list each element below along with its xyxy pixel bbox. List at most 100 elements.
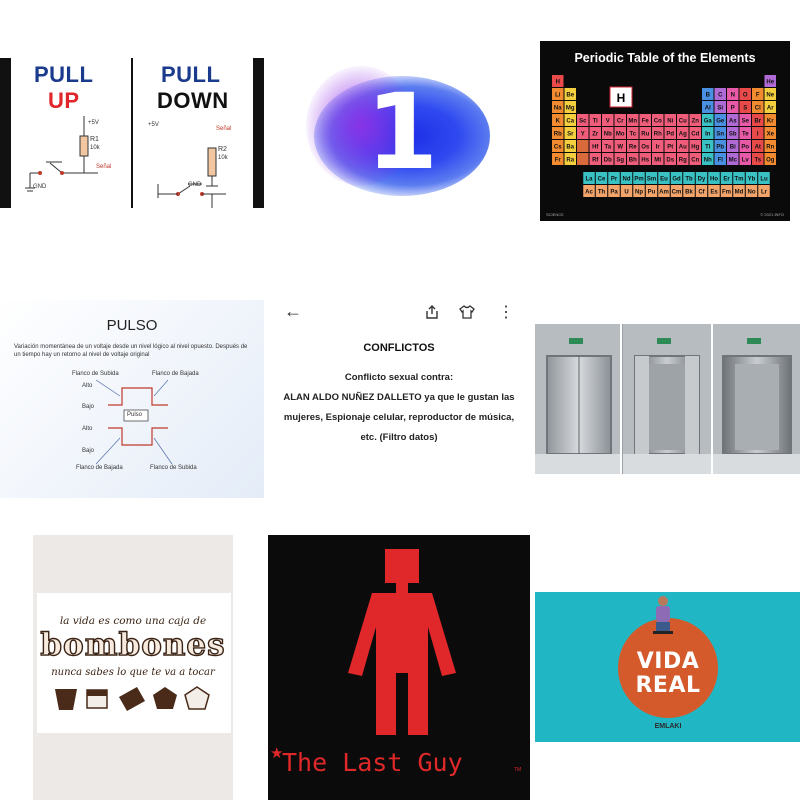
element-symbol: Cf	[698, 190, 705, 196]
r2-label: R2	[218, 146, 227, 153]
flanco-bajada-bottom-label: Flanco de Bajada	[76, 465, 123, 471]
element-symbol: Hg	[691, 145, 699, 151]
element-symbol: Eu	[660, 177, 668, 183]
more-menu-icon[interactable]: ⋮	[498, 302, 514, 322]
element-symbol: Lv	[742, 158, 750, 164]
periodic-table-thumbnail[interactable]: Periodic Table of the Elements H He Li Be B C…	[540, 41, 790, 221]
element-symbol: Se	[742, 119, 750, 125]
element-symbol: Pu	[648, 190, 656, 196]
element-symbol: V	[606, 119, 610, 125]
bajo-top-label: Bajo	[82, 404, 95, 410]
signal-label-left: Señal	[96, 164, 112, 170]
element-symbol: Fr	[555, 158, 562, 164]
element-symbol: No	[748, 190, 756, 196]
pulso-slide-thumbnail[interactable]: PULSO Variación momentánea de un voltaje…	[0, 300, 264, 498]
the-last-guy-thumbnail[interactable]: ★ The Last Guy TM	[268, 535, 530, 800]
channel-one-thumbnail[interactable]: 1	[296, 58, 508, 218]
elevators-photo-thumbnail[interactable]	[535, 324, 800, 474]
element-symbol: Te	[742, 132, 749, 138]
r2-value: 10k	[218, 155, 228, 161]
element-symbol: Po	[741, 145, 749, 151]
element-symbol: Rf	[592, 158, 599, 164]
element-symbol: Rh	[654, 132, 662, 138]
element-symbol: Tc	[629, 132, 636, 138]
element-symbol: H	[556, 80, 560, 86]
element-symbol: Pr	[611, 177, 618, 183]
element-symbol: Ar	[767, 106, 774, 112]
signal-label-right: Señal	[216, 126, 232, 132]
element-symbol: Ru	[641, 132, 649, 138]
element-symbol: Gd	[672, 177, 681, 183]
element-symbol: Hs	[641, 158, 649, 164]
periodic-table-grid: H He Li Be B C N O F Ne Na Mg Al Si P S Cl Ar K Ca Sc Ti V Cr Mn…	[552, 75, 776, 197]
element-symbol: W	[617, 145, 623, 151]
element-symbol: Cr	[617, 119, 624, 125]
element-symbol: Bk	[685, 190, 693, 196]
bajo-bottom-label: Bajo	[82, 448, 95, 454]
the-last-guy-title: The Last Guy	[282, 748, 463, 777]
back-arrow-icon[interactable]: ←	[284, 301, 302, 322]
element-symbol: Am	[659, 190, 669, 196]
element-cell	[577, 153, 589, 165]
element-symbol: C	[718, 93, 723, 99]
element-symbol: Pd	[666, 132, 674, 138]
element-symbol: Er	[723, 177, 730, 183]
element-symbol: Si	[717, 106, 723, 112]
conflictos-screenshot-thumbnail[interactable]: ← ⋮ CONFLICTOS Conflicto sexual contra: …	[268, 292, 530, 482]
element-symbol: Th	[598, 190, 606, 196]
element-symbol: Y	[581, 132, 585, 138]
element-symbol: Es	[710, 190, 718, 196]
element-symbol: Ta	[604, 145, 611, 151]
element-symbol: Fe	[642, 119, 650, 125]
element-symbol: Tb	[685, 177, 693, 183]
featured-element-symbol: H	[617, 91, 626, 105]
vida-real-thumbnail[interactable]: VIDA REAL EMLAKI	[535, 592, 800, 742]
element-symbol: Na	[554, 106, 562, 112]
element-symbol: Ir	[656, 145, 661, 151]
r1-value: 10k	[90, 145, 100, 151]
element-symbol: B	[706, 93, 711, 99]
element-symbol: Md	[735, 190, 744, 196]
element-symbol: Nb	[604, 132, 612, 138]
element-symbol: Hf	[592, 145, 599, 151]
element-symbol: Kr	[767, 119, 774, 125]
element-symbol: Ho	[710, 177, 718, 183]
ptable-footer-left: SCIENCE	[546, 212, 564, 217]
element-symbol: Ga	[704, 119, 713, 125]
number-one-logo: 1	[365, 71, 439, 193]
flanco-bajada-top-label: Flanco de Bajada	[152, 371, 199, 377]
element-symbol: Ca	[566, 119, 574, 125]
element-symbol: Al	[705, 106, 711, 112]
element-symbol: As	[729, 119, 737, 125]
element-symbol: Os	[641, 145, 650, 151]
element-symbol: At	[755, 145, 761, 151]
bombones-quote-thumbnail[interactable]: la vida es como una caja de bombones nun…	[33, 535, 233, 800]
element-symbol: La	[585, 177, 593, 183]
ptable-footer-right: © 2021 INFO	[760, 212, 784, 217]
element-symbol: Ag	[679, 132, 687, 138]
conflictos-heading: CONFLICTOS	[363, 342, 435, 354]
shirt-icon[interactable]	[459, 305, 475, 319]
gnd-label-left: GND	[33, 184, 47, 190]
conflictos-body: Conflicto sexual contra: ALAN ALDO NUÑEZ…	[282, 368, 516, 448]
element-symbol: Br	[754, 119, 761, 125]
element-symbol: Ce	[598, 177, 606, 183]
element-symbol: N	[731, 93, 735, 99]
element-symbol: Lu	[760, 177, 768, 183]
conflictos-line2: ALAN ALDO NUÑEZ DALLETO ya que le gustan…	[283, 392, 515, 443]
element-symbol: Ds	[666, 158, 674, 164]
element-symbol: Rb	[554, 132, 562, 138]
chocolates-icon	[55, 686, 210, 711]
element-symbol: Bh	[629, 158, 637, 164]
element-symbol: F	[756, 93, 760, 99]
pulso-box-label: Pulso	[127, 412, 143, 418]
element-symbol: Cs	[554, 145, 562, 151]
element-symbol: Tl	[705, 145, 711, 151]
share-icon[interactable]	[425, 305, 439, 320]
element-symbol: Be	[566, 93, 574, 99]
conflictos-line1: Conflicto sexual contra:	[344, 372, 454, 383]
element-symbol: Mn	[628, 119, 637, 125]
element-symbol: Fm	[722, 190, 731, 196]
element-symbol: Li	[555, 93, 561, 99]
pull-up-pull-down-thumbnail[interactable]: PULL UP PULL DOWN +5V R1 10k Señal GND +…	[0, 58, 264, 208]
